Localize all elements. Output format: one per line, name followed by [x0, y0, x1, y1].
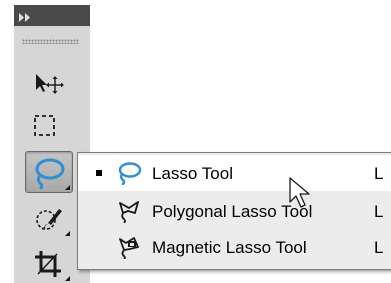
panel-grip[interactable] [22, 39, 79, 44]
lasso-icon [116, 161, 142, 186]
double-chevron-right-icon[interactable] [18, 10, 32, 22]
marquee-tool-button[interactable] [26, 106, 72, 146]
menu-item-shortcut: L [374, 164, 384, 183]
menu-item-label: Lasso Tool [152, 164, 233, 183]
lasso-tools-flyout-menu: Lasso Tool L Polygonal Lasso Tool L Magn… [77, 152, 391, 270]
menu-item-shortcut: L [374, 202, 384, 221]
move-tool-button[interactable] [26, 63, 72, 103]
lasso-tool-button[interactable] [25, 151, 73, 193]
menu-item-magnetic-lasso-tool[interactable]: Magnetic Lasso Tool L [78, 229, 391, 265]
menu-item-shortcut: L [374, 238, 384, 257]
photoshop-toolbar-screenshot: Lasso Tool L Polygonal Lasso Tool L Magn… [0, 0, 391, 283]
menu-item-polygonal-lasso-tool[interactable]: Polygonal Lasso Tool L [78, 193, 391, 229]
quick-selection-tool-button[interactable] [26, 198, 72, 238]
menu-item-label: Magnetic Lasso Tool [152, 238, 307, 257]
magnetic-lasso-icon [116, 235, 142, 260]
submenu-indicator [65, 276, 70, 281]
tools-panel-header [14, 5, 90, 26]
menu-item-label: Polygonal Lasso Tool [152, 202, 313, 221]
submenu-indicator [65, 231, 70, 236]
polygonal-lasso-icon [116, 199, 142, 224]
selected-indicator [96, 170, 102, 176]
crop-tool-button[interactable] [26, 243, 72, 283]
submenu-indicator [65, 185, 70, 190]
menu-item-lasso-tool[interactable]: Lasso Tool L [78, 155, 391, 191]
